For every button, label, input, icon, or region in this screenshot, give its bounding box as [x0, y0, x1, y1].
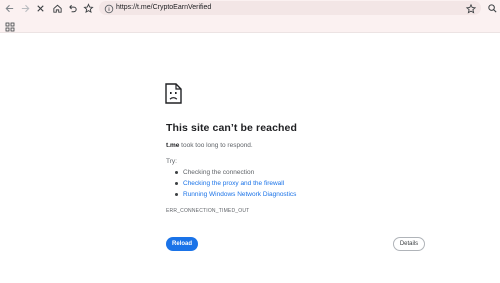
reload-button[interactable]: Reload [166, 237, 198, 251]
info-icon[interactable] [103, 2, 115, 14]
suggestion-check-connection: Checking the connection [174, 167, 296, 178]
error-headline: This site can’t be reached [166, 122, 297, 134]
browser-toolbar: https://t.me/CryptoEarnVerified [0, 0, 500, 17]
stop-x-icon[interactable] [34, 2, 47, 15]
home-icon[interactable] [51, 2, 64, 15]
bookmark-star-icon[interactable] [465, 2, 477, 14]
suggestion-network-diagnostics-link[interactable]: Running Windows Network Diagnostics [174, 189, 296, 200]
error-page: This site can’t be reached t.me took too… [0, 32, 500, 283]
try-label: Try: [166, 158, 177, 165]
address-bar[interactable]: https://t.me/CryptoEarnVerified [99, 1, 481, 15]
forward-arrow-icon[interactable] [19, 2, 32, 15]
error-code: ERR_CONNECTION_TIMED_OUT [166, 208, 250, 214]
error-host: t.me [166, 142, 180, 149]
url-text[interactable]: https://t.me/CryptoEarnVerified [116, 1, 211, 15]
apps-grid-icon[interactable] [5, 19, 15, 32]
star-icon[interactable] [82, 2, 95, 15]
undo-icon[interactable] [66, 2, 79, 15]
search-icon[interactable] [486, 2, 499, 15]
suggestion-check-proxy-link[interactable]: Checking the proxy and the firewall [174, 178, 296, 189]
suggestion-list: Checking the connection Checking the pro… [174, 167, 296, 200]
details-button[interactable]: Details [393, 237, 425, 251]
sad-document-icon [165, 83, 182, 104]
error-message-text: took too long to respond. [179, 142, 253, 149]
error-message: t.me took too long to respond. [166, 142, 253, 149]
back-arrow-icon[interactable] [3, 2, 16, 15]
bookmarks-bar [0, 17, 500, 33]
